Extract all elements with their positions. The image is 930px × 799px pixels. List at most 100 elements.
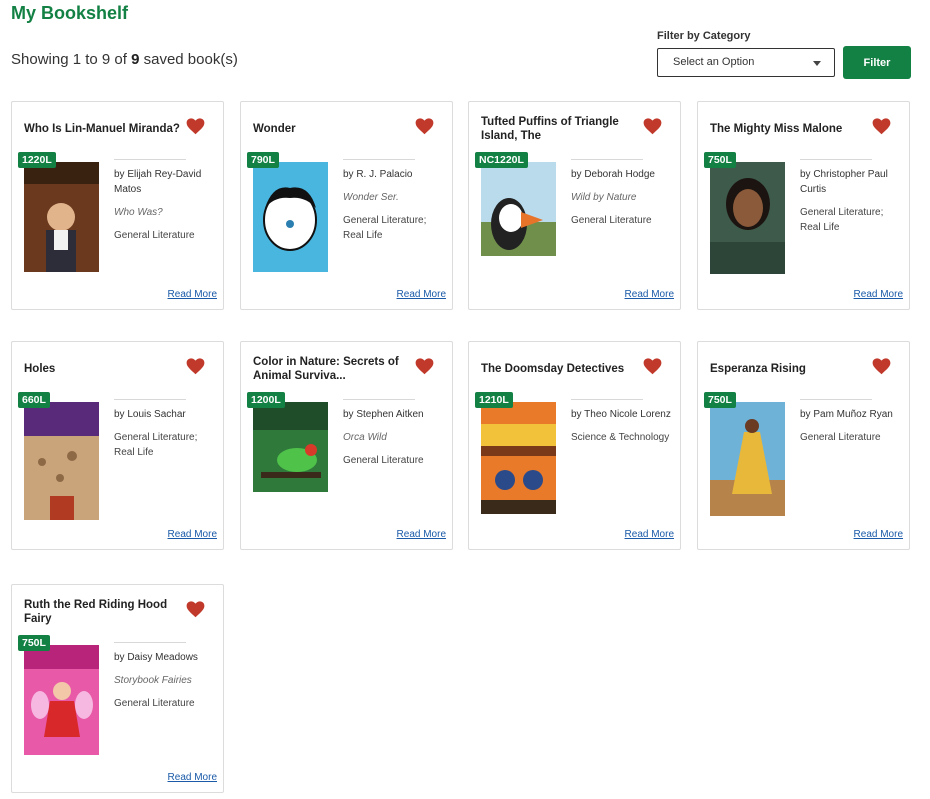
book-cover[interactable]	[24, 162, 99, 272]
lexile-badge: 1220L	[18, 152, 56, 168]
divider	[114, 642, 186, 643]
book-genre: General Literature; Real Life	[114, 432, 198, 458]
lexile-badge: 1210L	[475, 392, 513, 408]
book-title[interactable]: The Mighty Miss Malone	[710, 114, 870, 144]
book-cover[interactable]	[24, 402, 99, 520]
divider	[343, 159, 415, 160]
results-count: Showing 1 to 9 of 9 saved book(s)	[11, 51, 238, 68]
read-more-link[interactable]: Read More	[168, 529, 217, 540]
divider	[571, 399, 643, 400]
read-more-link[interactable]: Read More	[168, 772, 217, 783]
book-genre: Science & Technology	[571, 432, 670, 443]
book-author: by Daisy Meadows	[114, 652, 198, 663]
heart-icon[interactable]	[872, 358, 891, 375]
book-card: Tufted Puffins of Triangle Island, The N…	[468, 101, 681, 310]
lexile-badge: 750L	[704, 392, 736, 408]
results-count-suffix: saved book(s)	[143, 51, 238, 68]
book-author: by Theo Nicole Lorenz	[571, 409, 671, 420]
read-more-link[interactable]: Read More	[168, 289, 217, 300]
book-author: by Stephen Aitken	[343, 409, 424, 420]
book-series: Wonder Ser.	[343, 192, 399, 203]
book-genre: General Literature	[114, 230, 195, 241]
divider	[114, 399, 186, 400]
book-title[interactable]: Color in Nature: Secrets of Animal Survi…	[253, 354, 413, 384]
chevron-down-icon	[813, 61, 821, 66]
heart-icon[interactable]	[415, 358, 434, 375]
category-select-value: Select an Option	[673, 56, 755, 68]
book-author: by Christopher Paul Curtis	[800, 169, 888, 195]
book-author: by Pam Muñoz Ryan	[800, 409, 893, 420]
book-cover[interactable]	[710, 162, 785, 274]
book-cover[interactable]	[481, 402, 556, 514]
book-card: The Mighty Miss Malone 750L by Christoph…	[697, 101, 910, 310]
divider	[114, 159, 186, 160]
category-select[interactable]: Select an Option	[657, 48, 835, 77]
heart-icon[interactable]	[643, 118, 662, 135]
book-card: Wonder 790L by R. J. Palacio Wonder Ser.…	[240, 101, 453, 310]
book-genre: General Literature; Real Life	[800, 207, 884, 233]
page-title: My Bookshelf	[11, 3, 129, 23]
book-cover[interactable]	[481, 162, 556, 256]
heart-icon[interactable]	[872, 118, 891, 135]
book-meta: by R. J. Palacio Wonder Ser. General Lit…	[343, 167, 448, 243]
book-series: Wild by Nature	[571, 192, 637, 203]
book-series: Storybook Fairies	[114, 675, 192, 686]
book-title[interactable]: Esperanza Rising	[710, 354, 870, 384]
book-series: Orca Wild	[343, 432, 387, 443]
book-meta: by Stephen Aitken Orca Wild General Lite…	[343, 407, 448, 468]
divider	[800, 399, 872, 400]
divider	[343, 399, 415, 400]
divider	[800, 159, 872, 160]
book-meta: by Louis Sachar General Literature; Real…	[114, 407, 219, 460]
book-meta: by Daisy Meadows Storybook Fairies Gener…	[114, 650, 219, 711]
book-title[interactable]: Who Is Lin-Manuel Miranda?	[24, 114, 184, 144]
lexile-badge: 660L	[18, 392, 50, 408]
filter-label: Filter by Category	[657, 30, 751, 42]
read-more-link[interactable]: Read More	[854, 529, 903, 540]
heart-icon[interactable]	[186, 358, 205, 375]
book-card: Color in Nature: Secrets of Animal Survi…	[240, 341, 453, 550]
book-cover[interactable]	[710, 402, 785, 516]
book-cover[interactable]	[24, 645, 99, 755]
lexile-badge: 750L	[18, 635, 50, 651]
book-author: by Elijah Rey-David Matos	[114, 169, 202, 195]
lexile-badge: 1200L	[247, 392, 285, 408]
heart-icon[interactable]	[186, 601, 205, 618]
book-card: Esperanza Rising 750L by Pam Muñoz Ryan …	[697, 341, 910, 550]
book-title[interactable]: Ruth the Red Riding Hood Fairy	[24, 597, 184, 627]
book-genre: General Literature	[343, 455, 424, 466]
filter-button[interactable]: Filter	[843, 46, 911, 79]
book-title[interactable]: The Doomsday Detectives	[481, 354, 641, 384]
read-more-link[interactable]: Read More	[625, 529, 674, 540]
lexile-badge: 790L	[247, 152, 279, 168]
heart-icon[interactable]	[186, 118, 205, 135]
results-count-total: 9	[131, 51, 140, 68]
heart-icon[interactable]	[643, 358, 662, 375]
book-card: The Doomsday Detectives 1210L by Theo Ni…	[468, 341, 681, 550]
lexile-badge: NC1220L	[475, 152, 528, 168]
book-title[interactable]: Wonder	[253, 114, 413, 144]
book-title[interactable]: Tufted Puffins of Triangle Island, The	[481, 114, 641, 144]
book-card: Ruth the Red Riding Hood Fairy 750L by D…	[11, 584, 224, 793]
book-meta: by Pam Muñoz Ryan General Literature	[800, 407, 905, 445]
book-card: Who Is Lin-Manuel Miranda? 1220L by Elij…	[11, 101, 224, 310]
book-author: by Deborah Hodge	[571, 169, 655, 180]
lexile-badge: 750L	[704, 152, 736, 168]
book-title[interactable]: Holes	[24, 354, 184, 384]
heart-icon[interactable]	[415, 118, 434, 135]
divider	[571, 159, 643, 160]
book-cover[interactable]	[253, 162, 328, 272]
results-count-prefix: Showing 1 to 9 of	[11, 51, 127, 68]
book-genre: General Literature	[800, 432, 881, 443]
book-meta: by Deborah Hodge Wild by Nature General …	[571, 167, 676, 228]
read-more-link[interactable]: Read More	[854, 289, 903, 300]
book-cover[interactable]	[253, 402, 328, 492]
book-meta: by Christopher Paul Curtis General Liter…	[800, 167, 905, 235]
read-more-link[interactable]: Read More	[397, 529, 446, 540]
book-meta: by Elijah Rey-David Matos Who Was? Gener…	[114, 167, 219, 243]
read-more-link[interactable]: Read More	[397, 289, 446, 300]
book-card: Holes 660L by Louis Sachar General Liter…	[11, 341, 224, 550]
book-author: by R. J. Palacio	[343, 169, 413, 180]
read-more-link[interactable]: Read More	[625, 289, 674, 300]
book-meta: by Theo Nicole Lorenz Science & Technolo…	[571, 407, 676, 445]
